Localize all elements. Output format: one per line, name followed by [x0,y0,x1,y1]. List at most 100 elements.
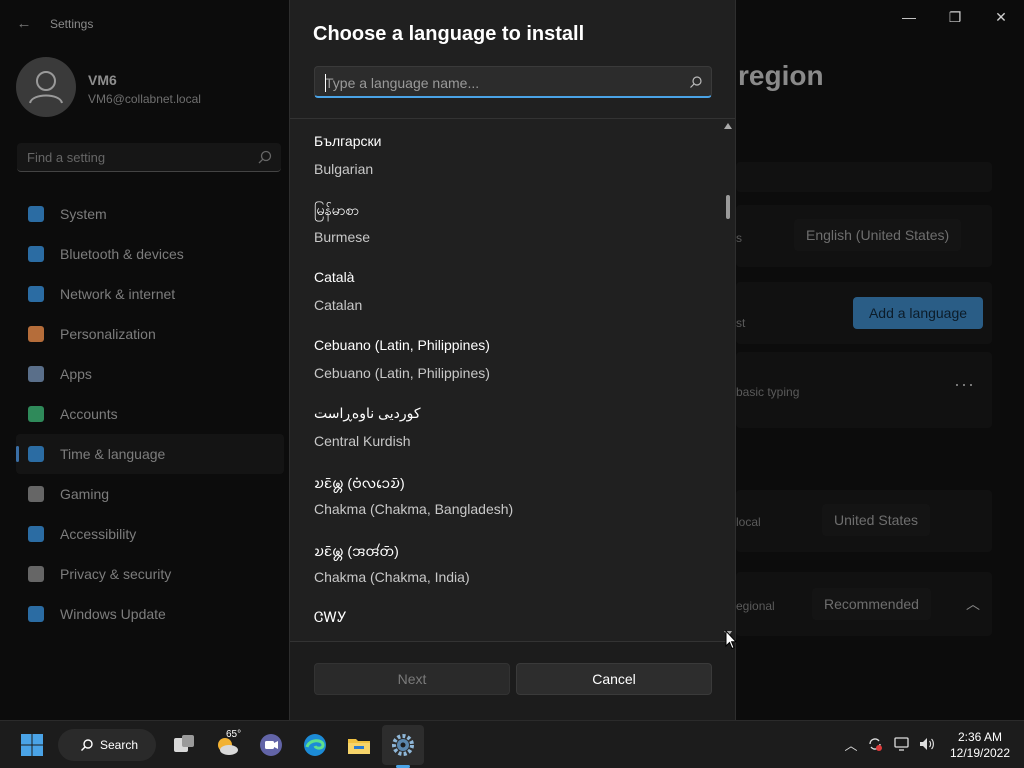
language-list-item[interactable]: 𑄌𑄋𑄴𑄟𑄳𑄦 (𑄝𑄁𑄣𑄘𑄬𑄌𑄴) Chakma (Chakma, Banglade… [314,459,704,527]
page-title: region [738,60,824,91]
sidebar-item-accessibility[interactable]: Accessibility [16,514,284,554]
dialog-footer: Next Cancel [290,641,735,720]
scrollbar[interactable] [722,119,734,641]
taskbar-search-label: Search [100,738,139,752]
gamepad-icon [28,486,44,502]
sync-icon[interactable] [866,735,884,753]
regional-format-label: egional [736,599,775,613]
language-list-item[interactable]: Cebuano (Latin, Philippines) Cebuano (Lat… [314,323,704,391]
user-email: VM6@collabnet.local [88,92,201,106]
choose-language-dialog: Choose a language to install Български Bu… [289,0,736,720]
search-icon [690,76,702,88]
display-language-select[interactable]: English (United States) [794,219,962,251]
display-language-label: s [736,231,742,245]
sidebar-item-time-language[interactable]: Time & language [16,434,284,474]
sidebar-item-windows-update[interactable]: Windows Update [16,594,284,634]
settings-card [736,162,992,192]
language-native-name: မြန်မာစာ [314,202,359,218]
language-english-name: Bulgarian [314,161,374,177]
search-icon [258,150,272,164]
language-list-item[interactable]: کوردیی ناوەڕاست Central Kurdish [314,391,704,459]
bluetooth-icon [28,246,44,262]
language-list-item[interactable]: Български Bulgarian [314,119,704,187]
taskbar: Search 65° ︿ 2:36 AM 12/19/2022 [0,720,1024,768]
sidebar-item-label: Windows Update [60,606,166,622]
language-english-name: Chakma (Chakma, Bangladesh) [314,501,514,517]
find-setting-placeholder: Find a setting [27,150,106,165]
accounts-icon [28,406,44,422]
language-english-name: Central Kurdish [314,433,411,449]
sidebar-item-gaming[interactable]: Gaming [16,474,284,514]
file-explorer-icon[interactable] [345,731,373,759]
volume-icon[interactable] [918,735,936,753]
clock-time[interactable]: 2:36 AM [940,730,1020,744]
sidebar-item-accounts[interactable]: Accounts [16,394,284,434]
language-native-name: Català [314,269,355,285]
app-title: Settings [50,17,94,31]
regional-format-card: egional Recommended [736,572,992,636]
network-icon[interactable] [893,735,911,753]
language-native-name: Cebuano (Latin, Philippines) [314,337,490,353]
language-native-name: Български [314,133,382,149]
next-button[interactable]: Next [314,663,510,695]
more-options-button[interactable]: ··· [954,374,975,395]
clock-date[interactable]: 12/19/2022 [940,746,1020,760]
language-search-input[interactable] [325,73,675,93]
avatar [16,57,76,117]
back-button[interactable]: ← [14,14,34,34]
close-button[interactable]: ✕ [978,6,1024,28]
scroll-thumb[interactable] [726,195,730,219]
add-language-button[interactable]: Add a language [853,297,983,329]
find-setting-input[interactable]: Find a setting [17,143,281,172]
language-list-item[interactable]: ᏣᎳᎩ [314,595,704,641]
shield-icon [28,566,44,582]
taskbar-search-button[interactable]: Search [58,729,156,761]
user-icon [29,71,63,104]
sidebar-item-label: Accessibility [60,526,137,542]
wifi-icon [28,286,44,302]
sidebar-item-label: Apps [60,366,92,382]
language-list-item[interactable]: မြန်မာစာ Burmese [314,187,704,255]
sidebar-item-label: Gaming [60,486,110,502]
sidebar-item-label: System [60,206,107,222]
language-native-name: 𑄌𑄋𑄴𑄟𑄳𑄦 (𑄝𑄁𑄣𑄘𑄬𑄌𑄴) [314,475,405,491]
country-region-select[interactable]: United States [822,504,931,536]
sidebar-item-label: Network & internet [60,286,176,302]
sidebar-nav: System Bluetooth & devices Network & inter… [16,194,284,634]
minimize-button[interactable]: — [886,6,932,28]
cancel-button[interactable]: Cancel [516,663,712,695]
language-list-item[interactable]: 𑄌𑄋𑄴𑄟𑄳𑄦 (𑄞𑄢𑄧𑄖𑄴) Chakma (Chakma, India) [314,527,704,595]
maximize-button[interactable]: ❐ [932,6,978,28]
windows-start-icon[interactable] [20,733,44,757]
sidebar-item-privacy-security[interactable]: Privacy & security [16,554,284,594]
language-native-name: 𑄌𑄋𑄴𑄟𑄳𑄦 (𑄞𑄢𑄧𑄖𑄴) [314,543,399,559]
sidebar-item-system[interactable]: System [16,194,284,234]
update-icon [28,606,44,622]
show-hidden-icons-chevron-icon[interactable]: ︿ [842,735,860,753]
language-english-name: Chakma (Chakma, India) [314,569,470,585]
apps-icon [28,366,44,382]
language-english-name: Burmese [314,229,371,245]
globe-clock-icon [28,446,44,462]
sidebar-item-network-internet[interactable]: Network & internet [16,274,284,314]
sidebar-item-label: Privacy & security [60,566,172,582]
teams-chat-icon[interactable] [257,731,285,759]
language-list-item[interactable]: Català Catalan [314,255,704,323]
scroll-up-arrow-icon[interactable] [724,123,732,129]
sidebar-item-apps[interactable]: Apps [16,354,284,394]
settings-gear-icon[interactable] [389,731,417,759]
edge-browser-icon[interactable] [301,731,329,759]
text-caret [325,74,326,92]
language-search-box[interactable] [314,66,712,98]
regional-format-select[interactable]: Recommended [812,588,931,620]
brush-icon [28,326,44,342]
chevron-up-icon[interactable]: ︿ [966,594,980,614]
sidebar-item-personalization[interactable]: Personalization [16,314,284,354]
sidebar-item-label: Personalization [60,326,156,342]
system-icon [28,206,44,222]
task-view-icon[interactable] [170,731,198,759]
dialog-title: Choose a language to install [313,23,585,45]
weather-temperature: 65° [226,729,242,740]
language-english-name: Catalan [314,297,363,313]
sidebar-item-bluetooth-devices[interactable]: Bluetooth & devices [16,234,284,274]
